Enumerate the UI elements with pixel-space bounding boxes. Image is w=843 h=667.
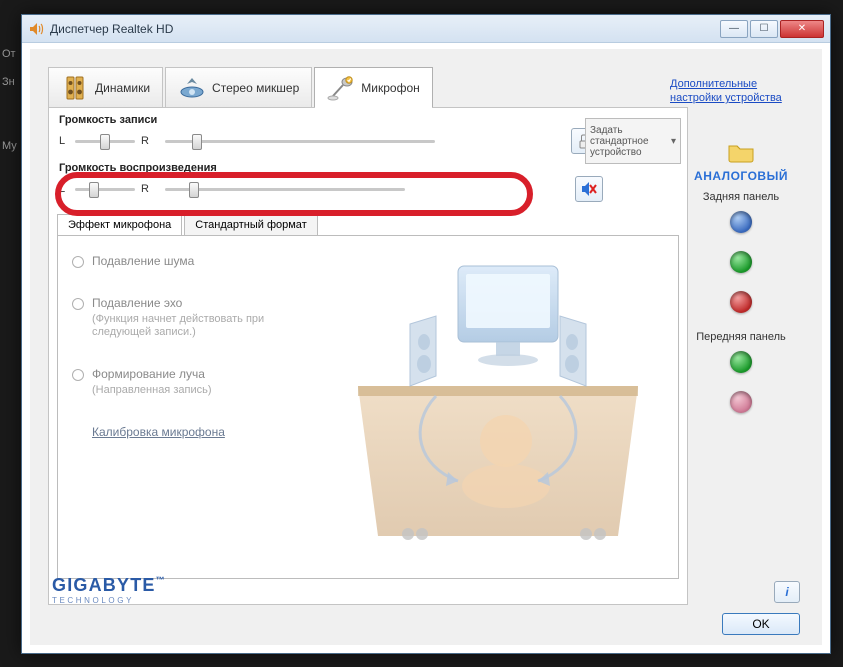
app-window: Диспетчер Realtek HD — ☐ ✕ Динамики Стер… bbox=[21, 14, 831, 654]
radio-icon bbox=[72, 298, 84, 310]
r-label: R bbox=[141, 183, 151, 195]
recording-volume-slider[interactable] bbox=[165, 132, 435, 150]
calibrate-microphone-link[interactable]: Калибровка микрофона bbox=[92, 425, 225, 439]
tab-label: Стерео микшер bbox=[212, 81, 299, 95]
radio-icon bbox=[72, 369, 84, 381]
ok-button[interactable]: OK bbox=[722, 613, 800, 635]
option-noise-suppression[interactable]: Подавление шума bbox=[72, 254, 292, 268]
option-label: Подавление эхо bbox=[92, 296, 182, 310]
option-echo-cancellation[interactable]: Подавление эхо (Функция начнет действова… bbox=[72, 296, 292, 339]
rear-panel-label: Задняя панель bbox=[678, 191, 804, 203]
tab-label: Динамики bbox=[95, 81, 150, 95]
option-label: Формирование луча bbox=[92, 367, 205, 381]
recording-balance-slider[interactable] bbox=[75, 132, 135, 150]
playback-mute-button[interactable] bbox=[575, 176, 603, 202]
minimize-button[interactable]: — bbox=[720, 20, 748, 38]
l-label: L bbox=[59, 135, 69, 147]
tab-speakers[interactable]: Динамики bbox=[48, 67, 163, 107]
info-button[interactable]: i bbox=[774, 581, 800, 603]
jack-green[interactable] bbox=[730, 251, 752, 273]
maximize-button[interactable]: ☐ bbox=[750, 20, 778, 38]
main-tabs: Динамики Стерео микшер Микрофон bbox=[48, 67, 433, 109]
option-list: Подавление шума Подавление эхо (Функция … bbox=[72, 254, 292, 439]
microphone-icon bbox=[327, 74, 355, 102]
speaker-icon bbox=[28, 21, 44, 37]
option-sublabel: (Функция начнет действовать при следующе… bbox=[92, 313, 292, 339]
jack-front-pink[interactable] bbox=[730, 391, 752, 413]
front-panel-label: Передняя панель bbox=[678, 331, 804, 343]
playback-volume-slider[interactable] bbox=[165, 180, 405, 198]
jack-front-green[interactable] bbox=[730, 351, 752, 373]
tab-label: Микрофон bbox=[361, 81, 419, 95]
option-beam-forming[interactable]: Формирование луча (Направленная запись) bbox=[72, 367, 292, 397]
advanced-settings-link[interactable]: Дополнительные настройки устройства bbox=[670, 77, 800, 105]
playback-slider-row: L R bbox=[49, 176, 687, 208]
chevron-down-icon: ▾ bbox=[671, 136, 676, 147]
bg-text: От bbox=[2, 48, 16, 60]
tab-microphone[interactable]: Микрофон bbox=[314, 67, 432, 107]
desk-illustration bbox=[338, 246, 658, 556]
brand-name: GIGABYTE bbox=[52, 575, 156, 595]
bg-text: Му bbox=[2, 140, 17, 152]
l-label: L bbox=[59, 183, 69, 195]
jack-red[interactable] bbox=[730, 291, 752, 313]
subtab-mic-effect[interactable]: Эффект микрофона bbox=[57, 214, 182, 235]
sub-tabs: Эффект микрофона Стандартный формат bbox=[57, 214, 687, 235]
playback-balance-slider[interactable] bbox=[75, 180, 135, 198]
option-label: Подавление шума bbox=[92, 254, 194, 268]
analog-title: АНАЛОГОВЫЙ bbox=[678, 169, 804, 183]
folder-icon[interactable] bbox=[727, 141, 755, 163]
titlebar[interactable]: Диспетчер Realtek HD — ☐ ✕ bbox=[22, 15, 830, 43]
default-device-label: Задать стандартное устройство bbox=[590, 125, 671, 158]
brand-subtitle: TECHNOLOGY bbox=[52, 596, 166, 605]
brand-logo: GIGABYTE™ TECHNOLOGY bbox=[52, 575, 166, 605]
tab-stereo-mixer[interactable]: Стерео микшер bbox=[165, 67, 312, 107]
option-sublabel: (Направленная запись) bbox=[92, 384, 211, 397]
stereo-mix-icon bbox=[178, 74, 206, 102]
sub-panel: Подавление шума Подавление эхо (Функция … bbox=[57, 235, 679, 579]
speakers-icon bbox=[61, 74, 89, 102]
content-panel: Громкость записи L R bbox=[48, 107, 688, 605]
r-label: R bbox=[141, 135, 151, 147]
bg-text: Зн bbox=[2, 76, 15, 88]
client-area: Динамики Стерео микшер Микрофон Дополнит… bbox=[30, 49, 822, 645]
subtab-default-format[interactable]: Стандартный формат bbox=[184, 214, 317, 235]
right-panel: АНАЛОГОВЫЙ Задняя панель Передняя панель bbox=[678, 141, 804, 431]
window-title: Диспетчер Realtek HD bbox=[50, 22, 720, 36]
jack-blue[interactable] bbox=[730, 211, 752, 233]
default-device-dropdown[interactable]: Задать стандартное устройство ▾ bbox=[585, 118, 681, 164]
radio-icon bbox=[72, 256, 84, 268]
close-button[interactable]: ✕ bbox=[780, 20, 824, 38]
